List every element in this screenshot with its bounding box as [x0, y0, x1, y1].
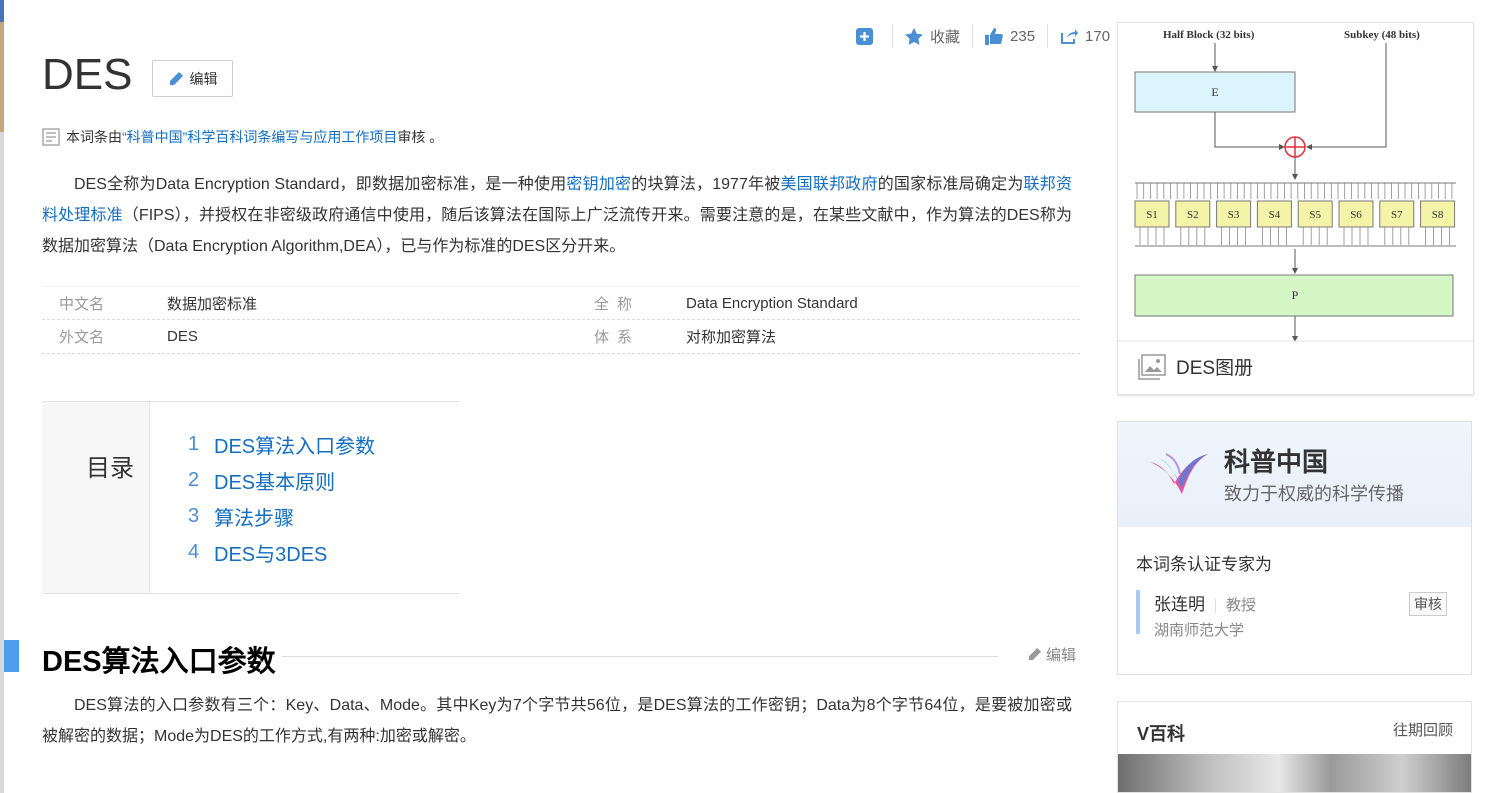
info-row: 外文名 DES 体系 对称加密算法: [42, 320, 1080, 354]
document-icon: [42, 128, 60, 146]
expert-school: 湖南师范大学: [1154, 622, 1245, 639]
star-icon: [905, 27, 923, 45]
review-project-link[interactable]: “科普中国”科学百科词条编写与应用工作项目: [122, 127, 397, 147]
review-badge: 审核: [1409, 592, 1447, 616]
edit-label: 编辑: [189, 70, 218, 87]
intro-text-2: 的块算法，1977年被: [631, 176, 781, 193]
toc-number: 3: [188, 504, 200, 527]
toc-link[interactable]: 算法步骤: [214, 502, 294, 531]
info-row: 中文名 数据加密标准 全称 Data Encryption Standard: [42, 286, 1080, 320]
album-footer[interactable]: DES图册: [1138, 353, 1253, 380]
left-edge: [0, 0, 4, 793]
kepu-logo-icon: [1150, 453, 1208, 494]
vbaike-card: V百科 往期回顾: [1117, 701, 1472, 793]
toc-list: 1 DES算法入口参数 2 DES基本原则 3 算法步骤 4 DES与3DES: [150, 402, 375, 593]
sbox-label: S5: [1309, 209, 1321, 221]
toc-item[interactable]: 1 DES算法入口参数: [188, 426, 375, 462]
e-label: E: [1211, 85, 1218, 99]
expert-card: 科普中国 致力于权威的科学传播 本词条认证专家为 张连明 教授 湖南师范大学 审核: [1117, 421, 1472, 675]
thumbs-up-icon: [985, 27, 1003, 45]
album-title: DES图册: [1176, 358, 1254, 379]
toc-item[interactable]: 4 DES与3DES: [188, 534, 375, 570]
table-of-contents: 目录 1 DES算法入口参数 2 DES基本原则 3 算法步骤 4 DES与3D…: [42, 401, 459, 594]
intro-text-4: （FIPS），并授权在非密级政府通信中使用，随后该算法在国际上广泛流传开来。需要…: [42, 207, 1072, 255]
link-us-government[interactable]: 美国联邦政府: [780, 176, 877, 193]
like-count: 235: [1010, 27, 1036, 45]
page-title: DES: [42, 50, 133, 99]
add-button[interactable]: [850, 24, 892, 48]
info-key: 外文名: [59, 329, 105, 346]
expert-slogan: 致力于权威的科学传播: [1224, 484, 1404, 504]
expert-org-name: 科普中国: [1224, 447, 1329, 477]
edit-button[interactable]: 编辑: [152, 60, 233, 97]
expert-name[interactable]: 张连明: [1154, 595, 1205, 614]
like-button[interactable]: 235: [972, 24, 1047, 48]
half-block-label: Half Block (32 bits): [1163, 29, 1255, 41]
expert-title: 教授: [1226, 597, 1257, 614]
share-icon: [1061, 28, 1079, 44]
section-title: DES算法入口参数: [42, 646, 276, 678]
left-edge-marker-2: [0, 22, 4, 132]
sbox-row: S1 S2 S3 S4 S5 S6 S7 S8: [1134, 183, 1456, 247]
expert-accent-bar: [1136, 590, 1140, 634]
info-value: 对称加密算法: [686, 329, 777, 346]
sbox-label: S2: [1187, 209, 1199, 221]
pencil-icon: [1028, 647, 1042, 661]
toc-number: 4: [188, 540, 200, 563]
info-value: 数据加密标准: [167, 295, 258, 313]
image-album[interactable]: Half Block (32 bits) Subkey (48 bits) E …: [1117, 22, 1474, 395]
left-edge-marker: [0, 0, 4, 22]
toc-number: 1: [188, 432, 200, 455]
toc-item[interactable]: 3 算法步骤: [188, 498, 375, 534]
sbox-label: S7: [1391, 209, 1403, 221]
section-paragraph: DES算法的入口参数有三个：Key、Data、Mode。其中Key为7个字节共5…: [42, 697, 1072, 745]
toc-link[interactable]: DES与3DES: [214, 538, 327, 567]
toc-link[interactable]: DES基本原则: [214, 466, 335, 495]
subkey-label: Subkey (48 bits): [1344, 29, 1420, 41]
review-suffix: 审核 。: [397, 129, 444, 145]
share-count: 170: [1085, 27, 1111, 45]
section-accent-bar: [4, 640, 19, 672]
sbox-label: S3: [1228, 209, 1240, 221]
favorite-button[interactable]: 收藏: [892, 24, 972, 48]
share-button[interactable]: 170: [1047, 24, 1122, 48]
sbox-label: S1: [1146, 209, 1158, 221]
vbaike-title: V百科: [1137, 724, 1186, 744]
review-prefix: 本词条由: [66, 129, 122, 145]
section-edit-button[interactable]: 编辑: [1027, 644, 1076, 665]
favorite-label: 收藏: [930, 28, 961, 46]
pencil-icon: [169, 71, 183, 85]
info-key: 体系: [594, 329, 641, 346]
expert-cert-title: 本词条认证专家为: [1136, 555, 1272, 574]
info-value: Data Encryption Standard: [686, 294, 858, 312]
vbaike-more-link[interactable]: 往期回顾: [1393, 719, 1453, 740]
action-toolbar: 收藏 235 170: [850, 22, 1122, 50]
des-round-diagram: Half Block (32 bits) Subkey (48 bits) E …: [1118, 29, 1473, 342]
plus-square-icon: [856, 27, 873, 45]
expert-separator: [1215, 598, 1216, 613]
vbaike-image[interactable]: [1118, 754, 1471, 792]
basic-info-table: 中文名 数据加密标准 全称 Data Encryption Standard 外…: [42, 286, 1080, 354]
gallery-icon: [1138, 353, 1166, 380]
toc-number: 2: [188, 468, 200, 491]
sbox-label: S8: [1432, 209, 1444, 221]
intro-paragraph: DES全称为Data Encryption Standard，即数据加密标准，是…: [42, 169, 1072, 262]
sbox-label: S6: [1350, 209, 1362, 221]
expert-header: 科普中国 致力于权威的科学传播: [1118, 422, 1471, 527]
expert-person[interactable]: 张连明 教授: [1154, 590, 1256, 615]
section-divider: [282, 656, 998, 657]
review-line: 本词条由 “科普中国”科学百科词条编写与应用工作项目 审核 。: [42, 127, 443, 147]
sbox-label: S4: [1269, 209, 1281, 221]
toc-link[interactable]: DES算法入口参数: [214, 430, 375, 459]
section-edit-label: 编辑: [1046, 647, 1077, 664]
intro-text-1: DES全称为Data Encryption Standard，即数据加密标准，是…: [74, 176, 567, 193]
info-value: DES: [167, 328, 198, 345]
toc-item[interactable]: 2 DES基本原则: [188, 462, 375, 498]
p-label: P: [1292, 288, 1299, 302]
info-key: 中文名: [59, 295, 105, 313]
toc-label: 目录: [42, 402, 150, 593]
info-key: 全称: [594, 295, 641, 313]
intro-text-3: 的国家标准局确定为: [877, 176, 1024, 193]
link-key-encryption[interactable]: 密钥加密: [566, 176, 631, 193]
